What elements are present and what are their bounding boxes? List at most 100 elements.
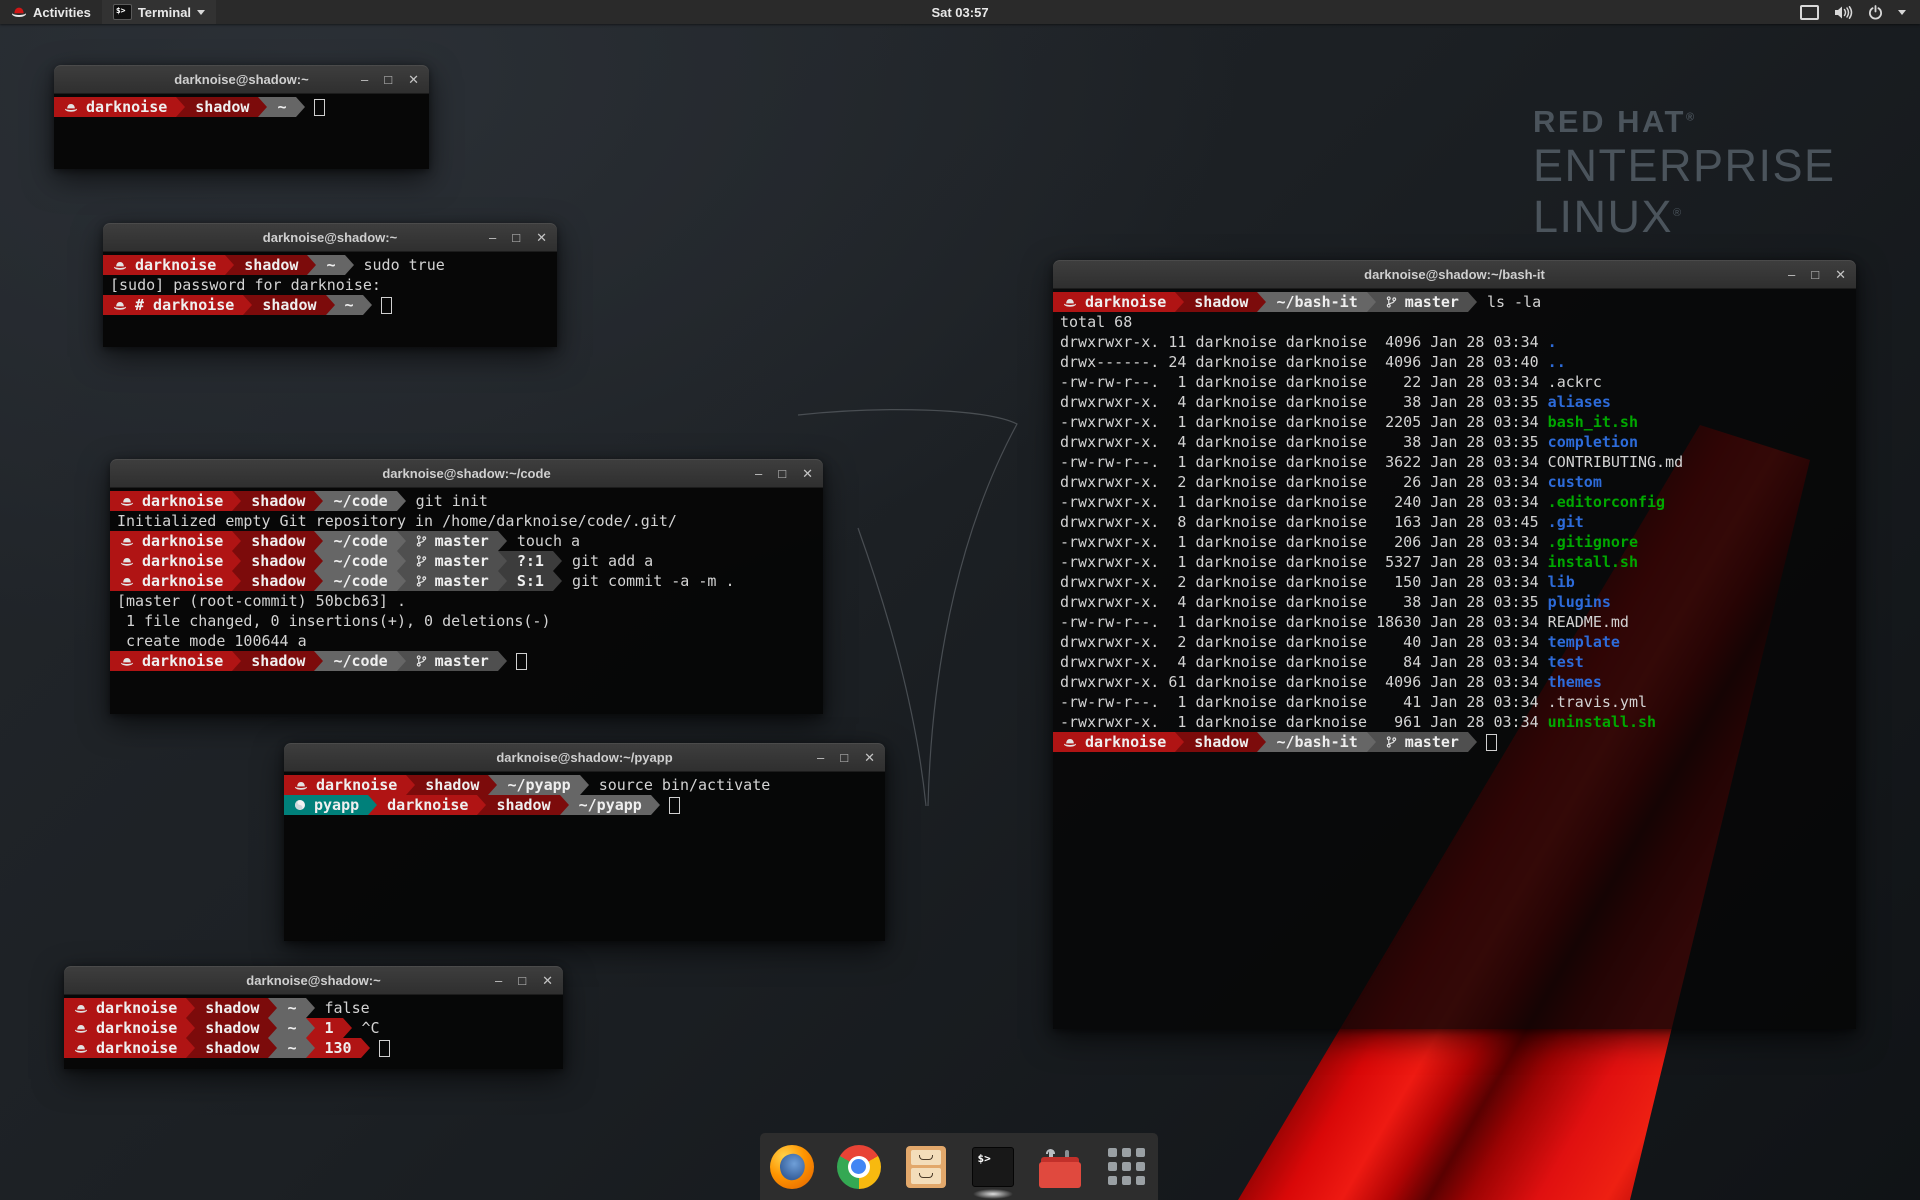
powerline-arrow (345, 255, 354, 275)
terminal-line: -rwxrwxr-x. 1 darknoise darknoise 240 Ja… (1053, 492, 1856, 512)
window-titlebar[interactable]: darknoise@shadow:~ – □ ✕ (64, 966, 563, 995)
terminal-line: darknoiseshadow~false (64, 998, 563, 1018)
window-titlebar[interactable]: darknoise@shadow:~/code – □ ✕ (110, 459, 823, 488)
window-titlebar[interactable]: darknoise@shadow:~ – □ ✕ (54, 65, 429, 94)
minimize-button[interactable]: – (1788, 268, 1795, 281)
terminal-content[interactable]: darknoiseshadow~ (54, 94, 429, 169)
maximize-button[interactable]: □ (840, 751, 848, 764)
terminal-line: darknoiseshadow~/codemaster?:1git add a (110, 551, 823, 571)
close-button[interactable]: ✕ (1835, 268, 1846, 281)
powerline-arrow (498, 571, 507, 591)
powerline-arrow (498, 531, 507, 551)
powerline-arrow (258, 97, 267, 117)
terminal-line: darknoiseshadow~/bash-itmasterls -la (1053, 292, 1856, 312)
powerline-arrow (498, 551, 507, 571)
terminal-line: drwxrwxr-x. 11 darknoise darknoise 4096 … (1053, 332, 1856, 352)
command-text: ls -la (1487, 292, 1541, 312)
output-text: 1 file changed, 0 insertions(+), 0 delet… (110, 611, 550, 631)
close-button[interactable]: ✕ (536, 231, 547, 244)
ls-row-fields: drwxrwxr-x. 61 darknoise darknoise 4096 … (1053, 672, 1548, 692)
dock-toolbox-icon[interactable] (1037, 1144, 1083, 1190)
powerline-arrow (314, 531, 323, 551)
close-button[interactable]: ✕ (542, 974, 553, 987)
minimize-button[interactable]: – (755, 467, 762, 480)
maximize-button[interactable]: □ (512, 231, 520, 244)
rhel-wordmark-enterprise: ENTERPRISE (1533, 143, 1836, 188)
running-indicator (973, 1189, 1013, 1199)
prompt-segment-exit: 130 (315, 1038, 361, 1058)
powerline-arrow (232, 551, 241, 571)
powerline-arrow (1175, 732, 1184, 752)
terminal-line: drwxrwxr-x. 4 darknoise darknoise 38 Jan… (1053, 592, 1856, 612)
close-button[interactable]: ✕ (408, 73, 419, 86)
prompt-segment-user: darknoise (64, 998, 186, 1018)
prompt-segment-exit: 1 (315, 1018, 343, 1038)
minimize-button[interactable]: – (489, 231, 496, 244)
terminal-content[interactable]: darknoiseshadow~sudo true[sudo] password… (103, 252, 557, 347)
powerline-arrow (1468, 292, 1477, 312)
prompt-segment-user: darknoise (1053, 292, 1175, 312)
powerline-arrow (314, 491, 323, 511)
powerline-arrow (343, 1018, 352, 1038)
powerline-arrow (176, 97, 185, 117)
close-button[interactable]: ✕ (802, 467, 813, 480)
system-status-area[interactable] (1786, 0, 1920, 24)
dock-chrome-icon[interactable] (836, 1144, 882, 1190)
ls-row-fields: -rw-rw-r--. 1 darknoise darknoise 22 Jan… (1053, 372, 1548, 392)
maximize-button[interactable]: □ (384, 73, 392, 86)
ls-row-fields: -rw-rw-r--. 1 darknoise darknoise 18630 … (1053, 612, 1548, 632)
terminal-cursor (669, 797, 680, 814)
prompt-segment-path: ~/code (323, 651, 396, 671)
prompt-segment-host: shadow (1184, 292, 1257, 312)
terminal-line: pyappdarknoiseshadow~/pyapp (284, 795, 885, 815)
dock-terminal-icon[interactable]: $> (970, 1144, 1016, 1190)
window-titlebar[interactable]: darknoise@shadow:~/pyapp – □ ✕ (284, 743, 885, 772)
redhat-fedora-icon (64, 102, 78, 113)
terminal-cursor (1486, 734, 1497, 751)
dock-firefox-icon[interactable] (769, 1144, 815, 1190)
powerline-arrow (498, 651, 507, 671)
powerline-arrow (225, 255, 234, 275)
maximize-button[interactable]: □ (778, 467, 786, 480)
window-titlebar[interactable]: darknoise@shadow:~/bash-it – □ ✕ (1053, 260, 1856, 289)
terminal-line: darknoiseshadow~/bash-itmaster (1053, 732, 1856, 752)
window-titlebar[interactable]: darknoise@shadow:~ – □ ✕ (103, 223, 557, 252)
terminal-line: drwxrwxr-x. 4 darknoise darknoise 38 Jan… (1053, 432, 1856, 452)
powerline-arrow (397, 531, 406, 551)
minimize-button[interactable]: – (817, 751, 824, 764)
terminal-line: drwxrwxr-x. 2 darknoise darknoise 150 Ja… (1053, 572, 1856, 592)
prompt-segment-path: ~/code (323, 491, 396, 511)
ls-row-fields: drwxrwxr-x. 4 darknoise darknoise 84 Jan… (1053, 652, 1548, 672)
powerline-arrow (488, 775, 497, 795)
maximize-button[interactable]: □ (1811, 268, 1819, 281)
minimize-button[interactable]: – (495, 974, 502, 987)
prompt-segment-host: shadow (415, 775, 488, 795)
terminal-content[interactable]: darknoiseshadow~/codegit initInitialized… (110, 488, 823, 714)
prompt-segment-path: ~ (316, 255, 344, 275)
prompt-segment-user: darknoise (54, 97, 176, 117)
redhat-fedora-icon (294, 780, 308, 791)
powerline-arrow (306, 1018, 315, 1038)
dock-app-grid-icon[interactable] (1104, 1144, 1150, 1190)
window-title: darknoise@shadow:~/pyapp (496, 750, 672, 765)
prompt-segment-host: shadow (185, 97, 258, 117)
close-button[interactable]: ✕ (864, 751, 875, 764)
terminal-line: [master (root-commit) 50bcb63] . (110, 591, 823, 611)
app-menu-terminal[interactable]: $> Terminal (102, 0, 216, 24)
minimize-button[interactable]: – (361, 73, 368, 86)
activities-button[interactable]: Activities (0, 0, 102, 24)
prompt-segment-stat: ?:1 (507, 551, 553, 571)
terminal-line: darknoiseshadow~ (54, 97, 429, 117)
dock-files-icon[interactable] (903, 1144, 949, 1190)
ls-filename: install.sh (1548, 552, 1638, 572)
terminal-line: -rwxrwxr-x. 1 darknoise darknoise 206 Ja… (1053, 532, 1856, 552)
maximize-button[interactable]: □ (518, 974, 526, 987)
git-branch-icon (416, 534, 427, 548)
terminal-content[interactable]: darknoiseshadow~falsedarknoiseshadow~1^C… (64, 995, 563, 1069)
ls-row-fields: drwxrwxr-x. 2 darknoise darknoise 40 Jan… (1053, 632, 1548, 652)
command-text: git commit -a -m . (572, 571, 735, 591)
terminal-content[interactable]: darknoiseshadow~/pyappsource bin/activat… (284, 772, 885, 941)
clock-label[interactable]: Sat 03:57 (931, 5, 988, 20)
terminal-content[interactable]: darknoiseshadow~/bash-itmasterls -latota… (1053, 289, 1856, 1029)
prompt-segment-host: shadow (195, 1038, 268, 1058)
